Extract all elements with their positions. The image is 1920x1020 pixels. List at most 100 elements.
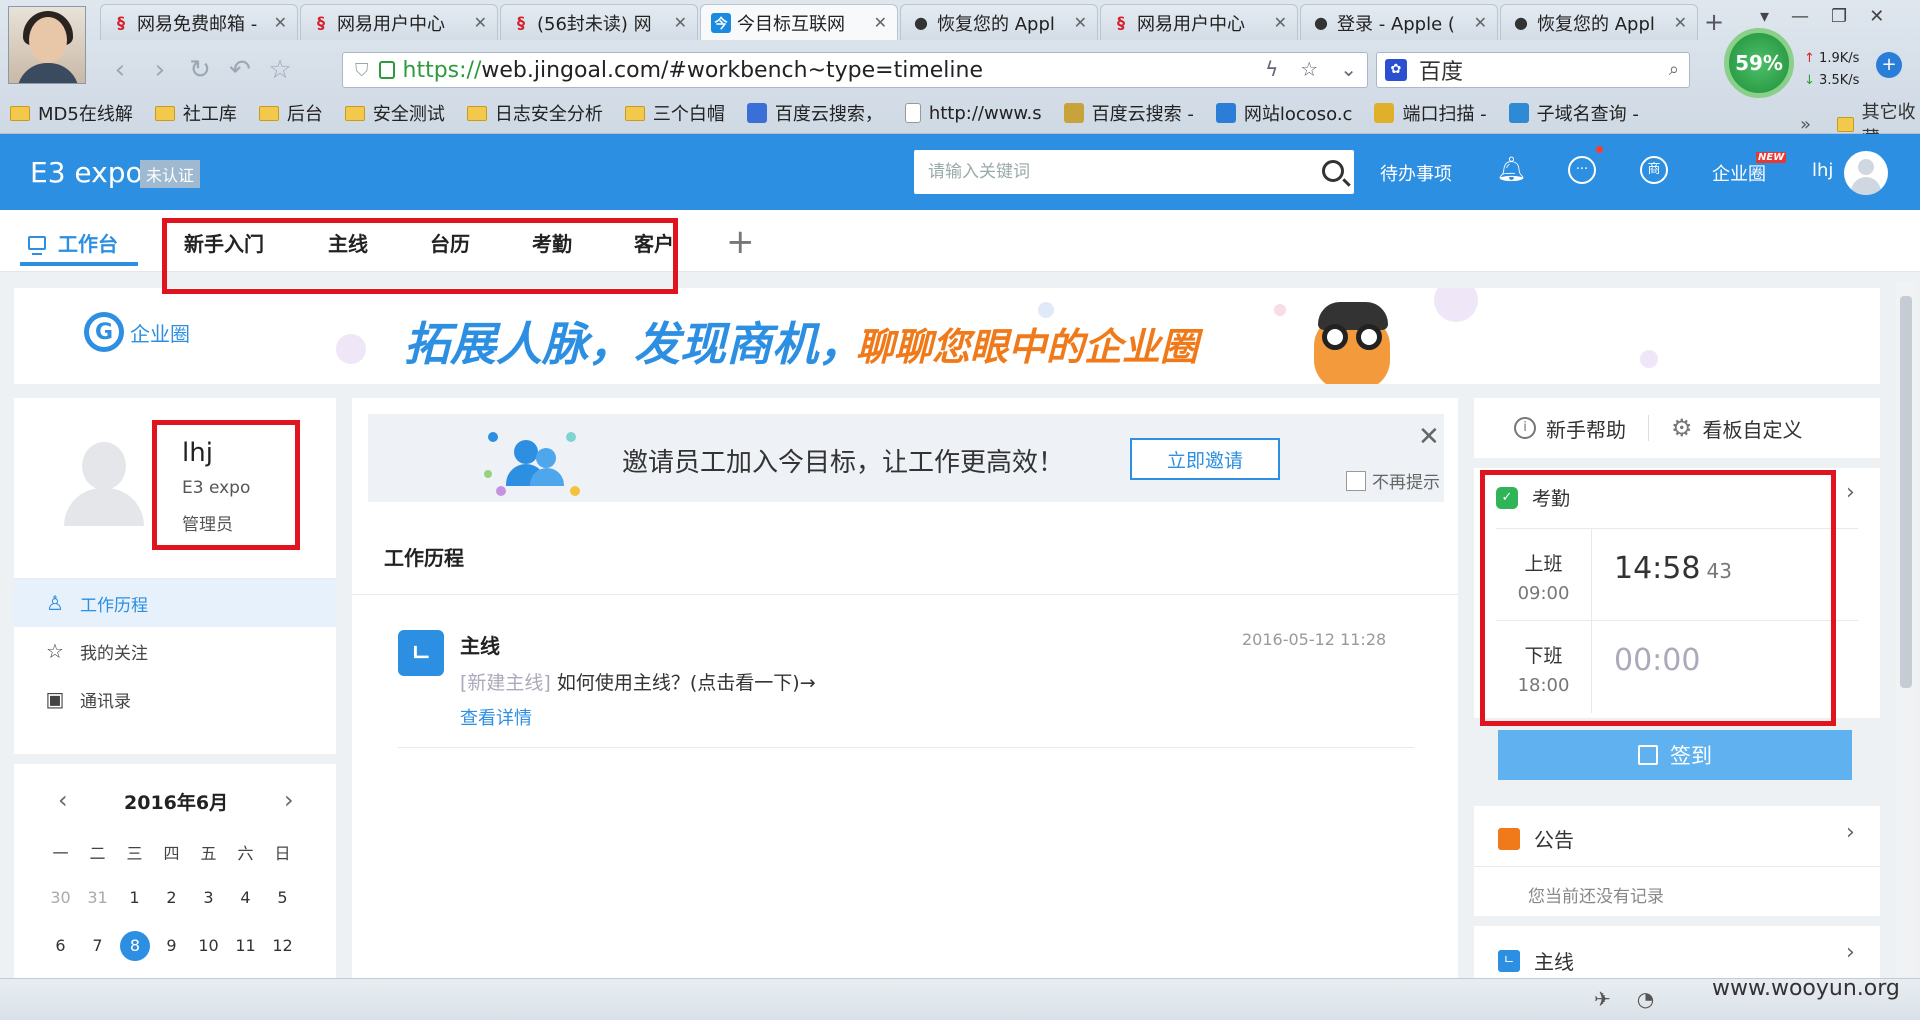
bookmark-item[interactable]: 三个白帽 <box>624 100 725 126</box>
speed-icon[interactable]: ◔ <box>1637 987 1654 1011</box>
tab-workbench[interactable]: 工作台 <box>28 228 118 257</box>
calendar-day[interactable]: 1 <box>116 888 153 907</box>
calendar-day[interactable]: 5 <box>264 888 301 907</box>
browser-search-box[interactable]: ✿ 百度 ⌕ <box>1376 52 1690 88</box>
chat-icon[interactable]: ··· <box>1568 156 1596 184</box>
search-icon[interactable] <box>1322 160 1344 182</box>
close-tab-icon[interactable]: ✕ <box>1474 13 1487 32</box>
bookmark-item[interactable]: 安全测试 <box>344 100 445 126</box>
calendar-day[interactable]: 7 <box>79 936 116 961</box>
calendar-day[interactable]: 2 <box>153 888 190 907</box>
close-icon[interactable]: ✕ <box>1418 422 1440 452</box>
undo-icon[interactable]: ↶ <box>220 55 260 85</box>
calendar-next-icon[interactable]: › <box>284 786 294 814</box>
dropdown-icon[interactable]: ⌄ <box>1340 57 1357 81</box>
favorite-star-icon[interactable]: ☆ <box>260 55 300 85</box>
company-logo[interactable]: E3 expo <box>30 156 143 189</box>
left-nav-item[interactable]: ☆ 我的关注 <box>14 627 336 675</box>
close-tab-icon[interactable]: ✕ <box>674 13 687 32</box>
browser-tab[interactable]: ● 恢复您的 Appl ✕ <box>1500 4 1698 40</box>
close-window-icon[interactable]: ✕ <box>1869 6 1884 27</box>
entry-description[interactable]: [新建主线] 如何使用主线？(点击看一下)→ <box>460 668 816 695</box>
search-icon[interactable]: ⌕ <box>1669 59 1679 80</box>
close-tab-icon[interactable]: ✕ <box>274 13 287 32</box>
calendar-day[interactable]: 10 <box>190 936 227 961</box>
dont-show-again[interactable]: 不再提示 <box>1346 468 1440 493</box>
lightning-icon[interactable]: ϟ <box>1265 57 1278 81</box>
qiye-circle-link[interactable]: 企业圈 <box>1712 160 1766 186</box>
address-bar[interactable]: ⛉ https://web.jingoal.com/#workbench~typ… <box>342 52 1368 88</box>
chevron-right-icon[interactable]: › <box>1846 480 1855 505</box>
network-speed-widget[interactable]: 59% ↑ 1.9K/s ↓ 3.5K/s + <box>1724 28 1914 104</box>
close-tab-icon[interactable]: ✕ <box>874 13 887 32</box>
browser-tab[interactable]: § 网易用户中心 ✕ <box>1100 4 1298 40</box>
shang-icon[interactable]: 商 <box>1640 156 1668 184</box>
left-nav-item[interactable]: ♙ 工作历程 <box>14 579 336 627</box>
calendar-day[interactable]: 3 <box>190 888 227 907</box>
invite-now-button[interactable]: 立即邀请 <box>1130 438 1280 480</box>
browser-tab[interactable]: § (56封未读) 网 ✕ <box>500 4 698 40</box>
bookmark-item[interactable]: 端口扫描 - <box>1374 100 1487 126</box>
new-tab-button[interactable]: + <box>1704 8 1724 36</box>
chevron-right-icon[interactable]: › <box>1846 940 1855 965</box>
bookmarks-more-chevron-icon[interactable]: » <box>1800 114 1811 135</box>
bookmark-item[interactable]: MD5在线解 <box>10 100 133 126</box>
todo-link[interactable]: 待办事项 <box>1380 160 1452 186</box>
promo-banner[interactable]: G 企业圈 拓展人脉，发现商机， 聊聊您眼中的企业圈 <box>14 288 1880 384</box>
dont-show-checkbox[interactable] <box>1346 470 1366 491</box>
browser-tab[interactable]: § 网易免费邮箱 - ✕ <box>100 4 298 40</box>
chevron-right-icon[interactable]: › <box>1846 820 1855 845</box>
customize-board-button[interactable]: ⚙ 看板自定义 <box>1671 414 1803 443</box>
bookmark-item[interactable]: 后台 <box>258 100 323 126</box>
bookmark-star-icon[interactable]: ☆ <box>1300 57 1318 81</box>
bookmark-item[interactable]: 社工库 <box>154 100 237 126</box>
add-tab-icon[interactable]: + <box>726 222 755 262</box>
user-avatar[interactable] <box>1844 151 1888 195</box>
close-tab-icon[interactable]: ✕ <box>1274 13 1287 32</box>
calendar-day[interactable]: 4 <box>227 888 264 907</box>
plus-icon[interactable]: + <box>1876 52 1902 78</box>
bookmark-item[interactable]: 百度云搜索 - <box>1063 100 1194 126</box>
calendar-day[interactable]: 9 <box>153 936 190 961</box>
profile-avatar[interactable] <box>64 438 144 526</box>
mainline-header[interactable]: ㄴ 主线 <box>1498 946 1574 975</box>
browser-tab[interactable]: § 网易用户中心 ✕ <box>300 4 498 40</box>
close-tab-icon[interactable]: ✕ <box>1674 13 1687 32</box>
calendar-day[interactable]: 30 <box>42 888 79 907</box>
bookmark-item[interactable]: 网站locoso.c <box>1215 100 1352 126</box>
pin-icon[interactable]: ✈ <box>1594 987 1611 1011</box>
calendar-prev-icon[interactable]: ‹ <box>58 786 68 814</box>
browser-tab[interactable]: 今今目标互联网 ✕ <box>700 4 898 40</box>
calendar-day[interactable]: 31 <box>79 888 116 907</box>
app-search-input[interactable]: 请输入关键词 <box>914 150 1354 194</box>
bookmark-item[interactable]: http://www.s <box>904 103 1042 124</box>
minimize-icon[interactable]: — <box>1791 6 1809 27</box>
forward-icon[interactable]: › <box>140 55 180 85</box>
browser-tab[interactable]: ● 登录 - Apple (✕ <box>1300 4 1498 40</box>
username-link[interactable]: lhj <box>1812 160 1833 181</box>
help-button[interactable]: i 新手帮助 <box>1514 414 1626 443</box>
close-tab-icon[interactable]: ✕ <box>1074 13 1087 32</box>
calendar-day[interactable]: 12 <box>264 936 301 961</box>
view-details-link[interactable]: 查看详情 <box>460 704 532 730</box>
bell-icon[interactable]: 🔔︎ <box>1496 156 1526 184</box>
calendar-day[interactable]: 6 <box>42 936 79 961</box>
maximize-icon[interactable]: ❐ <box>1831 6 1847 27</box>
url-text[interactable]: https://web.jingoal.com/#workbench~type=… <box>403 58 984 83</box>
skin-icon[interactable]: ▾ <box>1760 6 1769 27</box>
scrollbar-thumb[interactable] <box>1900 296 1912 688</box>
notice-header[interactable]: 公告 <box>1498 824 1574 853</box>
close-tab-icon[interactable]: ✕ <box>474 13 487 32</box>
calendar-day-today[interactable]: 8 <box>120 931 150 961</box>
back-icon[interactable]: ‹ <box>100 55 140 85</box>
refresh-icon[interactable]: ↻ <box>180 55 220 85</box>
bookmark-item[interactable]: 子域名查询 - <box>1508 100 1639 126</box>
browser-tab[interactable]: ● 恢复您的 Appl ✕ <box>900 4 1098 40</box>
bookmark-item[interactable]: 日志安全分析 <box>466 100 603 126</box>
calendar-day[interactable]: 11 <box>227 936 264 961</box>
browser-profile-avatar[interactable] <box>8 6 86 84</box>
page-scrollbar[interactable] <box>1896 282 1916 976</box>
left-nav-item[interactable]: ▣ 通讯录 <box>14 675 336 723</box>
bookmark-item[interactable]: 百度云搜索， <box>746 100 883 126</box>
sign-in-button[interactable]: 签到 <box>1498 730 1852 780</box>
